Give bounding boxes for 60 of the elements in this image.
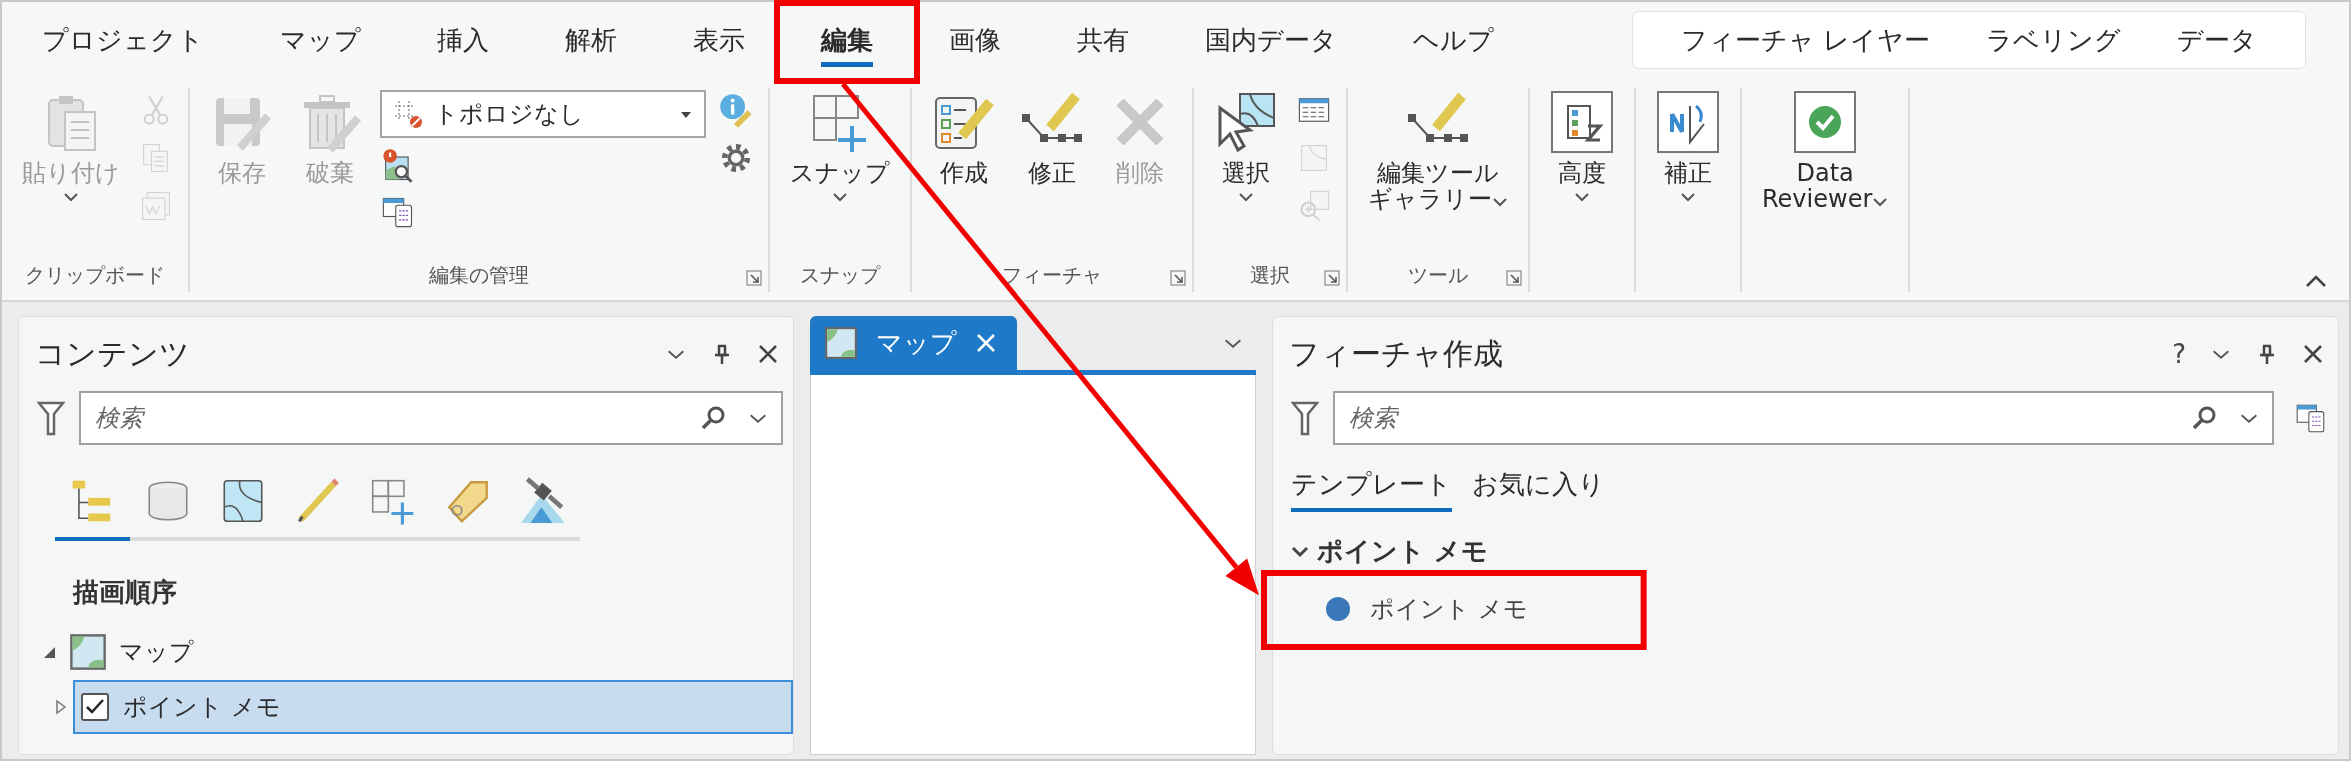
document-tab[interactable]: マップ: [810, 316, 1017, 370]
ribbon-button[interactable]: Data Reviewer: [1756, 88, 1895, 215]
ribbon-button[interactable]: 高度: [1544, 88, 1620, 205]
caret-icon: [678, 109, 694, 119]
grid-icon: [392, 98, 424, 130]
ribbon-tab[interactable]: 国内データ: [1167, 5, 1375, 75]
ribbon-button[interactable]: 選択: [1208, 88, 1284, 205]
pane-title: コンテンツ: [35, 334, 191, 373]
group-label: スナップ: [800, 261, 880, 289]
launcher-icon[interactable]: [1506, 270, 1522, 286]
search-icon[interactable]: [2190, 404, 2218, 432]
ribbon-tab[interactable]: 編集: [783, 5, 911, 75]
ribbon-button[interactable]: 編集ツール ギャラリー: [1362, 88, 1514, 215]
checkbox[interactable]: [81, 693, 109, 721]
template-item[interactable]: ポイント メモ: [1270, 577, 1638, 641]
group-label: 編集の管理: [429, 261, 529, 289]
launcher-icon[interactable]: [1170, 270, 1186, 286]
ribbon-tab[interactable]: 共有: [1039, 5, 1167, 75]
ribbon-button[interactable]: 補正: [1650, 88, 1726, 205]
map-icon: [824, 326, 858, 360]
ribbon-tab[interactable]: 挿入: [399, 5, 527, 75]
contextual-tab[interactable]: データ: [2149, 15, 2286, 65]
search-field[interactable]: 検索: [1333, 391, 2274, 445]
launcher-icon[interactable]: [1324, 270, 1340, 286]
pane-title: フィーチャ作成: [1289, 334, 1504, 373]
template-group-header[interactable]: ポイント メモ: [1291, 534, 2338, 569]
ribbon-tab[interactable]: 画像: [911, 5, 1039, 75]
layer-name: ポイント メモ: [123, 692, 281, 723]
filter-icon[interactable]: [1291, 399, 1319, 437]
ribbon-tab[interactable]: 解析: [527, 5, 655, 75]
group-label: フィーチャ: [1002, 261, 1102, 289]
ribbon-tab[interactable]: プロジェクト: [4, 5, 242, 75]
ribbon-tab[interactable]: マップ: [242, 5, 399, 75]
ribbon-tab[interactable]: 表示: [655, 5, 783, 75]
topology-dropdown[interactable]: トポロジなし: [380, 90, 706, 138]
group-label: 選択: [1250, 261, 1290, 289]
chevron-up-icon[interactable]: [2305, 274, 2327, 288]
contextual-tab[interactable]: ラベリング: [1958, 15, 2150, 65]
filter-icon[interactable]: [37, 399, 65, 437]
ribbon-button[interactable]: 修正: [1014, 88, 1090, 189]
ribbon-button[interactable]: 作成: [926, 88, 1002, 189]
section-heading: 描画順序: [73, 576, 178, 609]
map-icon: [69, 633, 107, 671]
launcher-icon[interactable]: [746, 270, 762, 286]
group-label: ツール: [1408, 261, 1468, 289]
pane-tab[interactable]: テンプレート: [1291, 467, 1452, 512]
list-z-icon: [1550, 90, 1614, 154]
close-icon[interactable]: [757, 343, 779, 365]
help-button[interactable]: ?: [2172, 339, 2186, 369]
search-icon[interactable]: [699, 404, 727, 432]
close-icon[interactable]: [2302, 343, 2324, 365]
tree-item[interactable]: マップ: [119, 636, 194, 668]
contextual-tab[interactable]: フィーチャ レイヤー: [1653, 15, 1959, 65]
ribbon-tab[interactable]: ヘルプ: [1375, 5, 1532, 75]
pane-tab[interactable]: お気に入り: [1472, 467, 1605, 512]
layer-row[interactable]: ポイント メモ: [73, 680, 793, 734]
expand-triangle-icon[interactable]: [53, 699, 69, 715]
search-field[interactable]: 検索: [79, 391, 783, 445]
ribbon-button[interactable]: スナップ: [784, 88, 896, 205]
group-label: クリップボード: [25, 261, 165, 289]
